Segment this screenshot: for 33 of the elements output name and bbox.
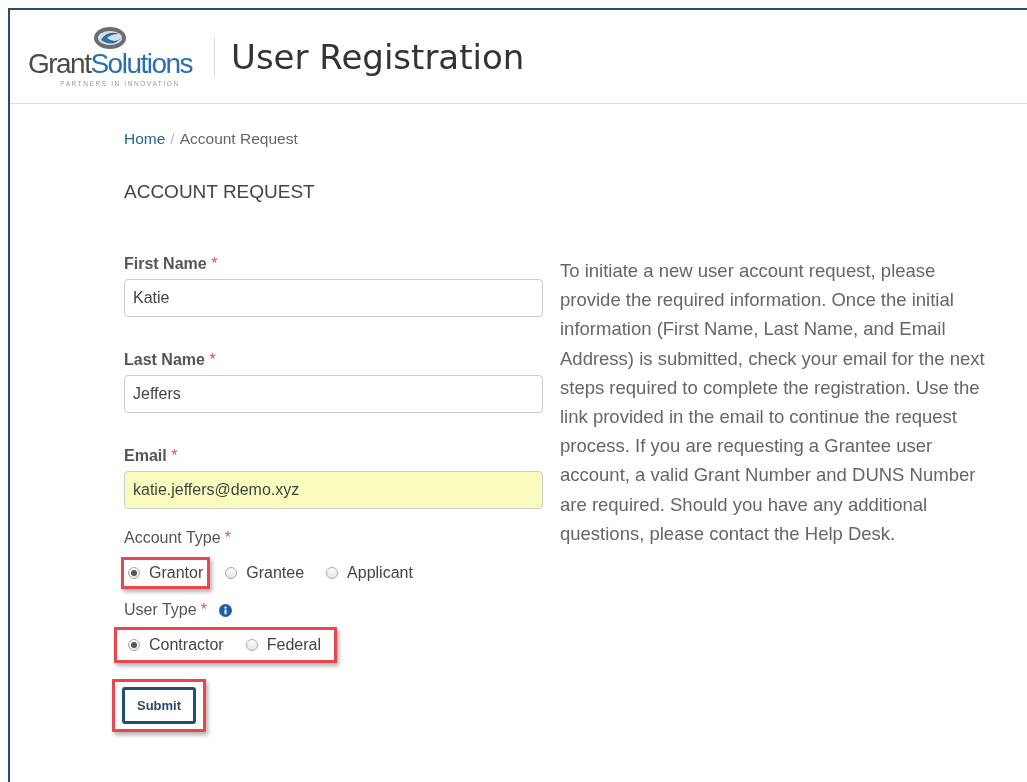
page-title: User Registration [231, 36, 525, 77]
radio-button[interactable] [128, 567, 140, 579]
radio-label[interactable]: Federal [266, 636, 321, 654]
field-label: Email [124, 447, 168, 464]
info-icon[interactable] [218, 603, 232, 617]
input-field[interactable]: katie.jeffers@demo.xyz [124, 471, 543, 509]
breadcrumb-current: Account Request [179, 130, 298, 148]
radio-label[interactable]: Contractor [149, 636, 224, 654]
submit-button[interactable]: Submit [122, 687, 197, 724]
radio-button[interactable] [326, 567, 339, 579]
field-label: First Name [124, 255, 208, 272]
breadcrumb-separator: / [170, 130, 175, 148]
radio-button[interactable] [225, 567, 238, 579]
input-field[interactable]: Jeffers [124, 375, 543, 413]
required-mark: * [209, 351, 216, 368]
input-field[interactable]: Katie [124, 279, 543, 317]
logo-swirl-icon [93, 26, 127, 50]
radio-label[interactable]: Grantee [246, 564, 305, 582]
field-label: User Type [124, 601, 197, 619]
instructions-text: To initiate a new user account request, please provide the required information. Once the initial information (First Name, Last Name, and Email Address) is submitted, check your email for the next steps required to complete the registration. Use the link provided in the email to continue the request process. If you are requesting a Grantee user account, a valid Grant Number and DUNS Number are required. Should you have any additional questions, please contact the Help Desk. [560, 259, 986, 546]
logo-text: GrantSolutions [27, 50, 193, 78]
required-mark: * [171, 447, 178, 464]
radio-button[interactable] [245, 639, 258, 651]
field-label: Last Name [124, 351, 206, 368]
radio-label[interactable]: Applicant [347, 564, 413, 582]
required-mark: * [200, 601, 207, 619]
breadcrumb-link[interactable]: Home [124, 130, 166, 148]
radio-button[interactable] [128, 639, 140, 651]
radio-label[interactable]: Grantor [149, 564, 204, 582]
required-mark: * [224, 529, 231, 547]
field-label: Account Type [124, 529, 221, 547]
required-mark: * [211, 255, 218, 272]
section-heading: ACCOUNT REQUEST [124, 181, 316, 203]
